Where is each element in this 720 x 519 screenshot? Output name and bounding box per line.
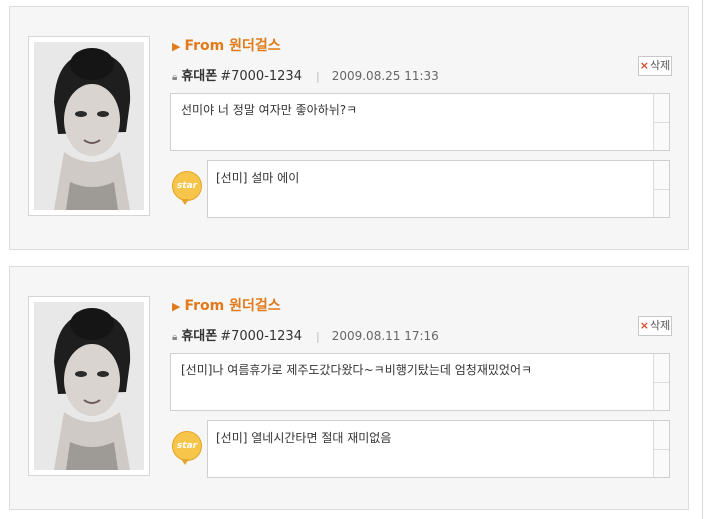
lock-icon: 🔒︎ bbox=[172, 332, 178, 343]
from-label: From bbox=[184, 38, 225, 54]
reply-scrollbar[interactable] bbox=[653, 421, 669, 477]
reply-box: [선미] 열네시간타면 절대 재미없음 bbox=[207, 420, 670, 478]
divider: | bbox=[315, 330, 320, 343]
sender-line: 🔒︎ 휴대폰 #7000-1234 | 2009.08.11 17:16 bbox=[172, 325, 439, 344]
profile-photo bbox=[28, 296, 150, 476]
message-text: [선미]나 여름휴가로 제주도갔다왔다~ㅋ비행기탔는데 엄청재밌었어ㅋ bbox=[181, 363, 533, 377]
post-date: 2009.08.25 11:33 bbox=[331, 69, 439, 83]
from-line: ▶ From 원더걸스 bbox=[172, 295, 281, 315]
guestbook-post: ▶ From 원더걸스 🔒︎ 휴대폰 #7000-1234 | 2009.08.25 11… bbox=[9, 6, 689, 250]
delete-button[interactable]: ×삭제 bbox=[638, 56, 672, 76]
close-icon: × bbox=[639, 319, 649, 332]
divider: | bbox=[315, 70, 320, 83]
reply-scrollbar[interactable] bbox=[653, 161, 669, 217]
star-badge-icon: star bbox=[172, 171, 202, 205]
guestbook-post: ▶ From 원더걸스 🔒︎ 휴대폰 #7000-1234 | 2009.08.11 17… bbox=[9, 266, 689, 510]
close-icon: × bbox=[639, 59, 649, 72]
delete-label: 삭제 bbox=[649, 319, 671, 332]
from-name[interactable]: 원더걸스 bbox=[229, 298, 281, 314]
sender-phone: #7000-1234 bbox=[220, 329, 302, 344]
message-box: [선미]나 여름휴가로 제주도갔다왔다~ㅋ비행기탔는데 엄청재밌었어ㅋ bbox=[170, 353, 670, 411]
from-line: ▶ From 원더걸스 bbox=[172, 35, 281, 55]
reply-text: [선미] 열네시간타면 절대 재미없음 bbox=[216, 431, 392, 445]
portrait-image bbox=[34, 302, 144, 470]
message-scrollbar[interactable] bbox=[653, 94, 669, 150]
portrait-image bbox=[34, 42, 144, 210]
profile-photo bbox=[28, 36, 150, 216]
page-scroll-edge bbox=[702, 0, 703, 519]
post-date: 2009.08.11 17:16 bbox=[331, 329, 439, 343]
message-scrollbar[interactable] bbox=[653, 354, 669, 410]
message-text: 선미야 너 정말 여자만 좋아하뉘?ㅋ bbox=[181, 103, 358, 117]
message-box: 선미야 너 정말 여자만 좋아하뉘?ㅋ bbox=[170, 93, 670, 151]
delete-button[interactable]: ×삭제 bbox=[638, 316, 672, 336]
from-name[interactable]: 원더걸스 bbox=[229, 38, 281, 54]
star-badge-icon: star bbox=[172, 431, 202, 465]
sender-line: 🔒︎ 휴대폰 #7000-1234 | 2009.08.25 11:33 bbox=[172, 65, 439, 84]
chevron-right-icon: ▶ bbox=[172, 300, 181, 313]
reply-box: [선미] 설마 에이 bbox=[207, 160, 670, 218]
sender-name: 휴대폰 bbox=[181, 69, 218, 84]
lock-icon: 🔒︎ bbox=[172, 72, 178, 83]
sender-name: 휴대폰 bbox=[181, 329, 218, 344]
reply-text: [선미] 설마 에이 bbox=[216, 171, 300, 185]
from-label: From bbox=[184, 298, 225, 314]
chevron-right-icon: ▶ bbox=[172, 40, 181, 53]
sender-phone: #7000-1234 bbox=[220, 69, 302, 84]
delete-label: 삭제 bbox=[649, 59, 671, 72]
